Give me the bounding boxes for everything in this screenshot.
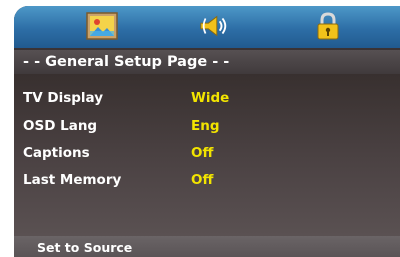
osd-menu: - - General Setup Page - - TV Display Wi… [14, 6, 400, 257]
setting-value: Off [191, 172, 214, 188]
settings-list: TV Display Wide OSD Lang Eng Captions Of… [14, 74, 400, 236]
setting-value: Wide [191, 90, 230, 106]
setting-value: Eng [191, 118, 220, 134]
lock-icon [317, 12, 339, 40]
page-title: - - General Setup Page - - [14, 50, 400, 74]
speaker-icon [200, 15, 227, 37]
setting-label: OSD Lang [23, 118, 98, 134]
picture-icon [86, 12, 118, 40]
setting-row-osd-lang[interactable]: OSD Lang Eng [14, 114, 400, 138]
tab-parental-lock[interactable] [312, 11, 344, 41]
status-hint: Set to Source [14, 236, 400, 257]
setting-row-captions[interactable]: Captions Off [14, 141, 400, 165]
setting-label: Last Memory [23, 172, 122, 188]
setting-label: Captions [23, 145, 90, 161]
tab-bar [14, 6, 400, 48]
tab-general-setup[interactable] [86, 11, 118, 41]
setting-value: Off [191, 145, 214, 161]
tab-audio-setup[interactable] [198, 11, 230, 41]
setting-row-last-memory[interactable]: Last Memory Off [14, 168, 400, 192]
setting-row-tv-display[interactable]: TV Display Wide [14, 86, 400, 110]
setting-label: TV Display [23, 90, 104, 106]
